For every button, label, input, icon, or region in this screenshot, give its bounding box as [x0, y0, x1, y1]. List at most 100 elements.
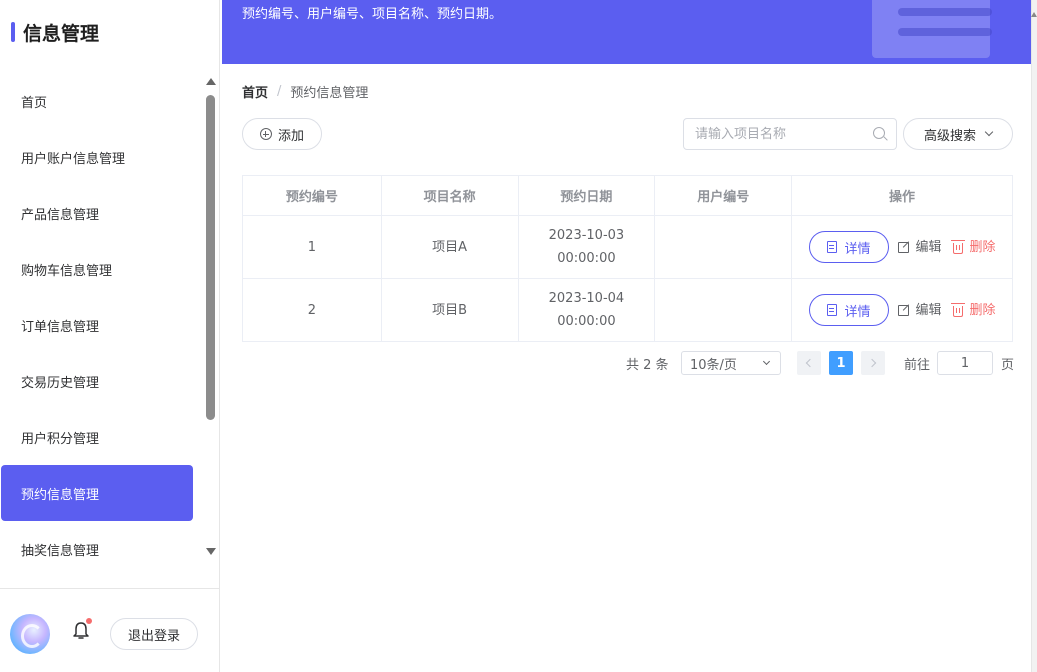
column-header-reservation-date: 预约日期	[517, 175, 656, 216]
delete-label: 删除	[969, 302, 996, 318]
breadcrumb-home[interactable]: 首页	[242, 82, 268, 101]
add-button[interactable]: 添加	[242, 118, 322, 150]
cell-date: 2023-10-04	[548, 291, 625, 306]
goto-page-suffix: 页	[1001, 357, 1015, 373]
delete-button[interactable]: 删除	[950, 299, 996, 322]
detail-label: 详情	[844, 303, 871, 319]
cell-reservation-date: 2023-10-04 00:00:00	[517, 278, 656, 342]
table-row: 1 项目A 2023-10-03 00:00:00 详情 编辑 删除	[242, 215, 1013, 279]
cell-actions: 详情 编辑 删除	[791, 215, 1013, 279]
column-header-reservation-id: 预约编号	[242, 175, 382, 216]
search-input[interactable]	[684, 119, 864, 149]
plus-circle-icon	[259, 128, 272, 140]
sidebar: 信息管理 首页 用户账户信息管理 产品信息管理 购物车信息管理 订单信息管理 交…	[0, 0, 220, 672]
scroll-down-arrow-icon[interactable]	[206, 548, 216, 555]
add-button-label: 添加	[277, 127, 304, 143]
sidebar-item-user-accounts[interactable]: 用户账户信息管理	[1, 129, 193, 185]
trash-icon	[950, 302, 965, 317]
sidebar-item-cart[interactable]: 购物车信息管理	[1, 241, 193, 297]
column-header-project-name: 项目名称	[380, 175, 519, 216]
table-row: 2 项目B 2023-10-04 00:00:00 详情 编辑 删除	[242, 278, 1013, 342]
edit-icon	[897, 241, 909, 253]
sidebar-item-orders[interactable]: 订单信息管理	[1, 297, 193, 353]
cell-time: 00:00:00	[557, 314, 616, 329]
document-icon	[826, 304, 837, 316]
delete-label: 删除	[969, 239, 996, 255]
sidebar-item-label: 订单信息管理	[21, 319, 100, 335]
sidebar-item-points[interactable]: 用户积分管理	[1, 409, 193, 465]
app-title: 信息管理	[23, 22, 100, 45]
sidebar-item-label: 首页	[21, 95, 48, 111]
sidebar-item-reservations[interactable]: 预约信息管理	[1, 465, 193, 521]
edit-label: 编辑	[915, 239, 942, 255]
breadcrumb-separator: /	[277, 84, 282, 99]
prev-page-button[interactable]	[797, 351, 821, 375]
cell-user-id	[654, 278, 793, 342]
goto-page-input[interactable]	[937, 351, 993, 375]
banner-illustration-line	[898, 8, 992, 16]
cell-project-name: 项目B	[380, 278, 519, 342]
sidebar-item-label: 交易历史管理	[21, 375, 100, 391]
notification-dot	[86, 618, 92, 624]
sidebar-item-label: 购物车信息管理	[21, 263, 113, 279]
sidebar-item-transactions[interactable]: 交易历史管理	[1, 353, 193, 409]
sidebar-item-products[interactable]: 产品信息管理	[1, 185, 193, 241]
next-page-button[interactable]	[861, 351, 885, 375]
detail-label: 详情	[844, 240, 871, 256]
sidebar-item-home[interactable]: 首页	[1, 73, 193, 129]
sidebar-menu: 首页 用户账户信息管理 产品信息管理 购物车信息管理 订单信息管理 交易历史管理…	[0, 73, 204, 581]
search-icon[interactable]	[873, 127, 885, 139]
edit-button[interactable]: 编辑	[897, 299, 942, 322]
edit-label: 编辑	[915, 302, 942, 318]
cell-user-id	[654, 215, 793, 279]
document-icon	[826, 241, 837, 253]
logout-button[interactable]: 退出登录	[110, 618, 198, 650]
brand-accent-bar	[11, 22, 15, 42]
scrollbar-thumb[interactable]	[206, 95, 215, 420]
page-number-button[interactable]: 1	[829, 351, 853, 375]
sidebar-item-label: 抽奖信息管理	[21, 543, 100, 559]
edit-button[interactable]: 编辑	[897, 236, 942, 259]
advanced-search-button[interactable]: 高级搜索	[903, 118, 1013, 150]
cell-project-name: 项目A	[380, 215, 519, 279]
brand: 信息管理	[11, 18, 99, 46]
scroll-up-arrow-icon[interactable]	[206, 78, 216, 85]
avatar[interactable]	[10, 614, 50, 654]
bell-icon[interactable]	[72, 621, 90, 641]
delete-button[interactable]: 删除	[950, 236, 996, 259]
chevron-down-icon	[984, 127, 994, 137]
page-banner: 预约编号、用户编号、项目名称、预约日期。	[222, 0, 1031, 64]
cell-actions: 详情 编辑 删除	[791, 278, 1013, 342]
breadcrumb-current: 预约信息管理	[290, 86, 369, 101]
sidebar-footer: 退出登录	[0, 588, 220, 672]
advanced-search-label: 高级搜索	[923, 127, 976, 143]
breadcrumb: 首页 / 预约信息管理	[242, 82, 368, 101]
page-size-value: 10条/页	[690, 357, 737, 373]
sidebar-item-lottery[interactable]: 抽奖信息管理	[1, 521, 193, 577]
cell-time: 00:00:00	[557, 251, 616, 266]
sidebar-scrollbar[interactable]	[204, 78, 216, 558]
chevron-down-icon	[762, 357, 771, 366]
cell-reservation-date: 2023-10-03 00:00:00	[517, 215, 656, 279]
banner-illustration-line	[898, 28, 992, 36]
sidebar-item-label: 用户积分管理	[21, 431, 100, 447]
search-box	[683, 118, 897, 150]
detail-button[interactable]: 详情	[808, 231, 889, 263]
pagination-total: 共 2 条	[626, 357, 669, 373]
banner-illustration	[872, 0, 992, 58]
column-header-user-id: 用户编号	[654, 175, 793, 216]
sidebar-item-label: 产品信息管理	[21, 207, 100, 223]
reservation-table: 预约编号 项目名称 预约日期 用户编号 操作 1 项目A 2023-10-03 …	[242, 175, 1013, 342]
page-scrollbar[interactable]	[1031, 0, 1037, 672]
edit-icon	[897, 304, 909, 316]
cell-date: 2023-10-03	[548, 228, 625, 243]
page-scroll-up-icon[interactable]	[1031, 12, 1037, 17]
detail-button[interactable]: 详情	[808, 294, 889, 326]
page-size-select[interactable]: 10条/页	[681, 351, 781, 375]
sidebar-item-label: 用户账户信息管理	[21, 151, 126, 167]
table-header-row: 预约编号 项目名称 预约日期 用户编号 操作	[242, 175, 1013, 216]
cell-reservation-id: 1	[242, 215, 382, 279]
cell-reservation-id: 2	[242, 278, 382, 342]
sidebar-item-label: 预约信息管理	[21, 487, 100, 503]
column-header-actions: 操作	[791, 175, 1013, 216]
